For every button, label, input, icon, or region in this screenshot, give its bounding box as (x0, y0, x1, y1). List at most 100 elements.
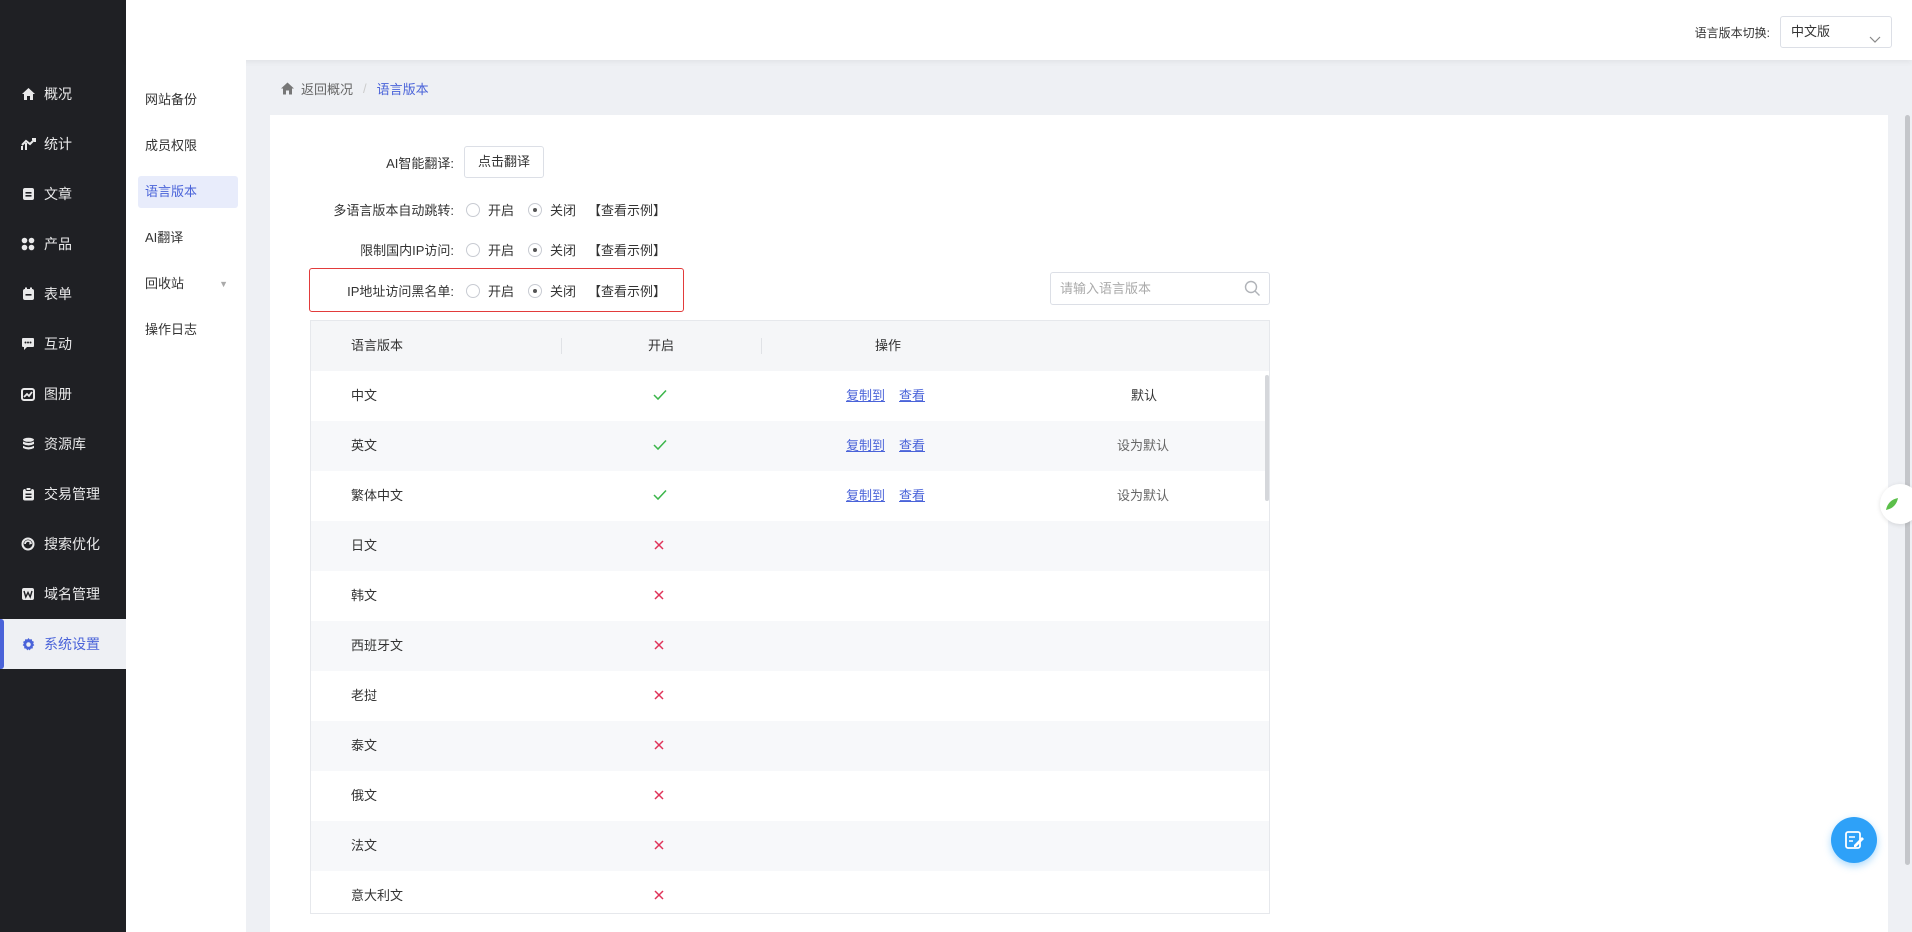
cross-icon (653, 889, 665, 903)
sidebar-item-label: 图册 (44, 386, 72, 402)
home-icon (281, 82, 294, 95)
top-bar: 语言版本切换: 中文版 (126, 0, 1912, 60)
copy-to-link[interactable]: 复制到 (846, 471, 885, 521)
lang-name: 泰文 (351, 738, 378, 753)
sidebar-item-forms[interactable]: 表单 (0, 269, 126, 319)
language-search (1050, 272, 1270, 305)
ip-blacklist-example-link[interactable]: 【查看示例】 (588, 281, 666, 300)
breadcrumb-separator: / (363, 81, 367, 96)
radio-label: 开启 (488, 243, 515, 258)
cross-icon (653, 539, 665, 553)
table-row: 法文 (311, 821, 1269, 871)
radio-circle (528, 202, 543, 217)
sidebar-item-label: 域名管理 (44, 586, 100, 602)
header-ops: 操作 (875, 338, 902, 353)
auto-jump-row: 多语言版本自动跳转: 开启 关闭 【查看示例】 (264, 200, 666, 219)
table-row: 西班牙文 (311, 621, 1269, 671)
subnav-item-language[interactable]: 语言版本 (138, 176, 238, 208)
language-search-input[interactable] (1051, 273, 1231, 304)
lang-name: 中文 (351, 388, 378, 403)
header-enabled: 开启 (648, 338, 675, 353)
radio-label: 关闭 (550, 203, 577, 218)
radio-circle (466, 202, 480, 217)
domestic-ip-example-link[interactable]: 【查看示例】 (588, 240, 666, 259)
lang-name: 意大利文 (351, 888, 404, 903)
sidebar-item-label: 表单 (44, 286, 72, 302)
lang-name: 英文 (351, 438, 378, 453)
sidebar-item-settings[interactable]: 系统设置 (0, 619, 126, 669)
sidebar-item-label: 交易管理 (44, 486, 100, 502)
cross-icon (653, 589, 665, 603)
auto-jump-off-radio[interactable]: 关闭 (528, 200, 576, 219)
sidebar-item-articles[interactable]: 文章 (0, 169, 126, 219)
subnav-item-backup[interactable]: 网站备份 (138, 84, 238, 116)
subnav-item-log[interactable]: 操作日志 (138, 314, 238, 346)
table-row: 俄文 (311, 771, 1269, 821)
lang-name: 日文 (351, 538, 378, 553)
set-default-button[interactable]: 设为默认 (1117, 421, 1169, 471)
subnav-item-members[interactable]: 成员权限 (138, 130, 238, 162)
view-link[interactable]: 查看 (899, 471, 925, 521)
table-scrollbar[interactable] (1265, 375, 1269, 501)
side-widget[interactable] (1880, 484, 1912, 524)
domestic-ip-on-radio[interactable]: 开启 (466, 240, 514, 259)
subnav-item-ai-translate[interactable]: AI翻译 (138, 222, 238, 254)
default-label: 默认 (1131, 388, 1158, 403)
view-link[interactable]: 查看 (899, 371, 925, 421)
auto-jump-label: 多语言版本自动跳转: (333, 203, 454, 218)
sidebar-item-gallery[interactable]: 图册 (0, 369, 126, 419)
table-row: 日文 (311, 521, 1269, 571)
sidebar-item-label: 文章 (44, 186, 72, 202)
sidebar-item-interact[interactable]: 互动 (0, 319, 126, 369)
header-lang: 语言版本 (351, 338, 404, 353)
lang-version-select[interactable]: 中文版 (1780, 16, 1892, 48)
copy-to-link[interactable]: 复制到 (846, 421, 885, 471)
floating-edit-button[interactable] (1831, 817, 1877, 863)
chart-icon (20, 136, 36, 152)
breadcrumb-back-link[interactable]: 返回概况 (280, 79, 353, 98)
table-header: 语言版本 开启 操作 (311, 321, 1269, 371)
check-icon (653, 389, 667, 403)
database-icon (20, 436, 36, 452)
auto-jump-on-radio[interactable]: 开启 (466, 200, 514, 219)
breadcrumb-current: 语言版本 (376, 82, 429, 97)
ai-translate-button[interactable]: 点击翻译 (464, 146, 545, 178)
sidebar-item-seo[interactable]: 搜索优化 (0, 519, 126, 569)
ip-blacklist-off-radio[interactable]: 关闭 (528, 281, 576, 300)
subnav-item-label: 回收站 (145, 276, 185, 291)
sidebar-item-label: 产品 (44, 236, 72, 252)
view-link[interactable]: 查看 (899, 421, 925, 471)
radio-label: 开启 (488, 203, 515, 218)
leaf-icon (1886, 498, 1898, 510)
sidebar-item-domain[interactable]: 域名管理 (0, 569, 126, 619)
lang-name: 俄文 (351, 788, 378, 803)
ip-blacklist-on-radio[interactable]: 开启 (466, 281, 514, 300)
cross-icon (653, 789, 665, 803)
check-icon (653, 439, 667, 453)
sidebar-item-label: 概况 (44, 86, 72, 102)
lang-name: 法文 (351, 838, 378, 853)
radio-circle (528, 283, 543, 298)
domain-icon (20, 586, 36, 602)
table-row: 泰文 (311, 721, 1269, 771)
grid-icon (20, 236, 36, 252)
set-default-button[interactable]: 设为默认 (1117, 471, 1169, 521)
radio-circle (466, 242, 480, 257)
language-table: 语言版本 开启 操作 中文 复制到 查看 默认 英文 复制到 查看 设为默认 繁体中文 复制到 查看… (310, 320, 1270, 914)
clipboard-icon (20, 486, 36, 502)
sidebar-item-products[interactable]: 产品 (0, 219, 126, 269)
search-icon[interactable] (1244, 280, 1261, 300)
auto-jump-example-link[interactable]: 【查看示例】 (588, 200, 666, 219)
sidebar-item-resources[interactable]: 资源库 (0, 419, 126, 469)
article-icon (20, 186, 36, 202)
sidebar-item-overview[interactable]: 概况 (0, 69, 126, 119)
table-row: 意大利文 (311, 871, 1269, 913)
subnav-item-recycle[interactable]: 回收站 ▼ (138, 268, 238, 300)
domestic-ip-off-radio[interactable]: 关闭 (528, 240, 576, 259)
cross-icon (653, 639, 665, 653)
sidebar-item-stats[interactable]: 统计 (0, 119, 126, 169)
main-sidebar: 概况 统计 文章 产品 表单 互动 图册 资源库 交易管理 搜索优化 域名管理 (0, 0, 126, 932)
table-row: 中文 复制到 查看 默认 (311, 371, 1269, 421)
copy-to-link[interactable]: 复制到 (846, 371, 885, 421)
sidebar-item-trade[interactable]: 交易管理 (0, 469, 126, 519)
